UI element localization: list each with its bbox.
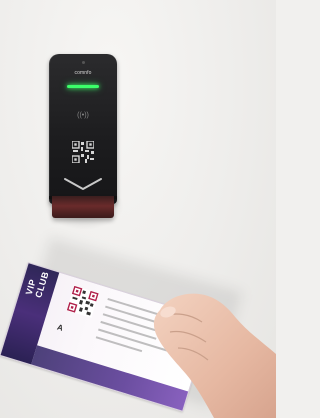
- reader-brand-label: comnfo: [74, 70, 92, 76]
- ticket-stub-label: VIP CLUB: [23, 270, 51, 299]
- reader-scanner-window: [52, 196, 114, 218]
- hand-holding-ticket: [153, 293, 276, 418]
- photo-scene: comnfo ((•)) VIP CLUB A: [0, 0, 276, 418]
- camera-dot-icon: [82, 61, 85, 64]
- ticket-qr-code-icon: [66, 285, 100, 318]
- chevron-down-icon: [64, 178, 102, 190]
- green-led-icon: [67, 85, 99, 88]
- qr-code-icon: [72, 141, 94, 163]
- contactless-icon: ((•)): [77, 112, 89, 119]
- ticket-section-letter: A: [55, 322, 65, 333]
